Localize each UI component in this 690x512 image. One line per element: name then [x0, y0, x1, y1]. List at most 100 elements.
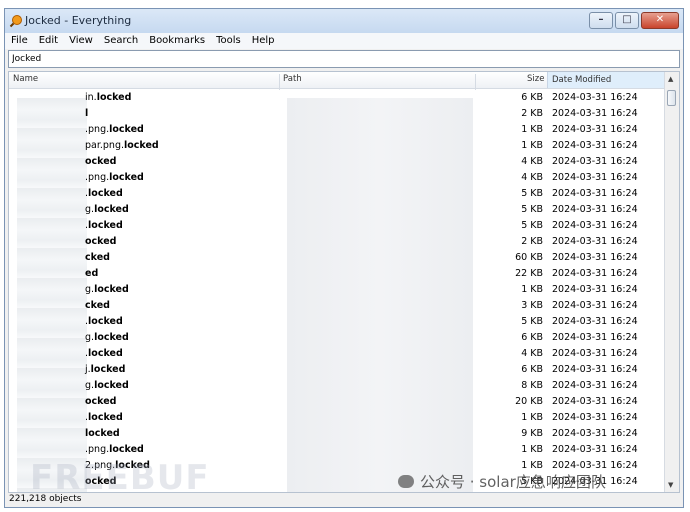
table-row[interactable]: g.locked 6 KB 2024-03-31 16:24 [9, 330, 667, 346]
menu-view[interactable]: View [63, 33, 98, 49]
table-row[interactable]: l 2 KB 2024-03-31 16:24 [9, 106, 667, 122]
file-size: 1 KB [521, 460, 543, 471]
file-name: .locked [85, 412, 123, 423]
table-row[interactable]: ocked 2 KB 2024-03-31 16:24 [9, 234, 667, 250]
menu-tools[interactable]: Tools [210, 33, 246, 49]
file-size: 20 KB [515, 396, 543, 407]
table-row[interactable]: .locked 5 KB 2024-03-31 16:24 [9, 314, 667, 330]
file-name-match: locked [94, 332, 129, 343]
results-list[interactable]: Name Path Size Date Modified in.locked 6 … [8, 71, 680, 493]
file-name-match: locked [109, 172, 144, 183]
wechat-watermark: 公众号 · solar应急响应团队 [398, 471, 606, 492]
table-row[interactable]: g.locked 1 KB 2024-03-31 16:24 [9, 282, 667, 298]
table-row[interactable]: cked 60 KB 2024-03-31 16:24 [9, 250, 667, 266]
table-row[interactable]: g.locked 8 KB 2024-03-31 16:24 [9, 378, 667, 394]
file-name-prefix: g. [85, 332, 95, 343]
file-size: 8 KB [521, 380, 543, 391]
file-size: 1 KB [521, 444, 543, 455]
file-size: 6 KB [521, 92, 543, 103]
file-name-prefix: .png. [85, 124, 110, 135]
menu-help[interactable]: Help [246, 33, 280, 49]
file-name-prefix: in. [85, 92, 97, 103]
date-modified: 2024-03-31 16:24 [552, 348, 638, 359]
table-row[interactable]: .png.locked 1 KB 2024-03-31 16:24 [9, 122, 667, 138]
column-size-header[interactable]: Size [527, 74, 544, 84]
column-separator[interactable] [475, 74, 476, 90]
watermark-text: 公众号 · solar应急响应团队 [420, 473, 606, 491]
file-name-prefix: g. [85, 380, 95, 391]
file-size: 2 KB [521, 236, 543, 247]
table-row[interactable]: locked 9 KB 2024-03-31 16:24 [9, 426, 667, 442]
file-name-match: locked [88, 220, 123, 231]
table-row[interactable]: ocked 20 KB 2024-03-31 16:24 [9, 394, 667, 410]
table-row[interactable]: ocked 4 KB 2024-03-31 16:24 [9, 154, 667, 170]
table-row[interactable]: in.locked 6 KB 2024-03-31 16:24 [9, 90, 667, 106]
window-title: Jocked - Everything [25, 14, 132, 27]
table-row[interactable]: j.locked 6 KB 2024-03-31 16:24 [9, 362, 667, 378]
date-modified: 2024-03-31 16:24 [552, 108, 638, 119]
column-date-header[interactable]: Date Modified [547, 72, 665, 88]
menu-bookmarks[interactable]: Bookmarks [143, 33, 210, 49]
table-row[interactable]: .png.locked 1 KB 2024-03-31 16:24 [9, 442, 667, 458]
file-name: g.locked [85, 332, 129, 343]
close-icon: ✕ [655, 14, 665, 25]
menu-edit[interactable]: Edit [33, 33, 63, 49]
everything-window: Jocked - Everything – □ ✕ File Edit View… [4, 8, 684, 508]
file-name: g.locked [85, 204, 129, 215]
date-modified: 2024-03-31 16:24 [552, 268, 638, 279]
column-name-header[interactable]: Name [13, 74, 38, 84]
table-row[interactable]: .locked 4 KB 2024-03-31 16:24 [9, 346, 667, 362]
table-row[interactable]: par.png.locked 1 KB 2024-03-31 16:24 [9, 138, 667, 154]
file-size: 4 KB [521, 348, 543, 359]
date-modified: 2024-03-31 16:24 [552, 364, 638, 375]
file-size: 4 KB [521, 156, 543, 167]
file-name: .locked [85, 348, 123, 359]
file-size: 1 KB [521, 284, 543, 295]
column-path-header[interactable]: Path [283, 74, 302, 84]
file-size: 5 KB [521, 220, 543, 231]
freebuf-watermark: FREEBUF [30, 458, 210, 498]
table-row[interactable]: .locked 1 KB 2024-03-31 16:24 [9, 410, 667, 426]
file-name-match: ed [85, 268, 99, 279]
file-name-match: locked [94, 380, 129, 391]
date-modified: 2024-03-31 16:24 [552, 220, 638, 231]
minimize-button[interactable]: – [589, 12, 613, 29]
table-row[interactable]: cked 3 KB 2024-03-31 16:24 [9, 298, 667, 314]
date-modified: 2024-03-31 16:24 [552, 396, 638, 407]
date-modified: 2024-03-31 16:24 [552, 300, 638, 311]
table-row[interactable]: .locked 5 KB 2024-03-31 16:24 [9, 218, 667, 234]
file-name-match: ocked [85, 396, 117, 407]
scroll-up-icon[interactable]: ▲ [668, 75, 673, 83]
file-size: 1 KB [521, 140, 543, 151]
table-row[interactable]: .png.locked 4 KB 2024-03-31 16:24 [9, 170, 667, 186]
vertical-scrollbar[interactable]: ▲ ▼ [664, 72, 679, 492]
file-name: .png.locked [85, 172, 144, 183]
table-row[interactable]: g.locked 5 KB 2024-03-31 16:24 [9, 202, 667, 218]
maximize-button[interactable]: □ [615, 12, 639, 29]
file-size: 9 KB [521, 428, 543, 439]
file-name-match: cked [85, 252, 110, 263]
date-modified: 2024-03-31 16:24 [552, 316, 638, 327]
column-separator[interactable] [279, 74, 280, 90]
file-size: 3 KB [521, 300, 543, 311]
file-name-prefix: g. [85, 204, 95, 215]
file-name: .png.locked [85, 124, 144, 135]
file-name: ocked [85, 156, 116, 167]
title-bar[interactable]: Jocked - Everything – □ ✕ [5, 9, 683, 33]
close-button[interactable]: ✕ [641, 12, 679, 29]
file-size: 6 KB [521, 332, 543, 343]
table-row[interactable]: .locked 5 KB 2024-03-31 16:24 [9, 186, 667, 202]
date-modified: 2024-03-31 16:24 [552, 444, 638, 455]
table-row[interactable]: ed 22 KB 2024-03-31 16:24 [9, 266, 667, 282]
menu-search[interactable]: Search [98, 33, 143, 49]
scroll-down-icon[interactable]: ▼ [668, 481, 673, 489]
date-modified: 2024-03-31 16:24 [552, 460, 638, 471]
menu-file[interactable]: File [5, 33, 33, 49]
file-size: 4 KB [521, 172, 543, 183]
date-modified: 2024-03-31 16:24 [552, 252, 638, 263]
file-size: 60 KB [515, 252, 543, 263]
scroll-thumb[interactable] [667, 90, 676, 106]
file-name-match: locked [90, 364, 126, 375]
date-modified: 2024-03-31 16:24 [552, 236, 638, 247]
search-input[interactable] [9, 51, 675, 67]
